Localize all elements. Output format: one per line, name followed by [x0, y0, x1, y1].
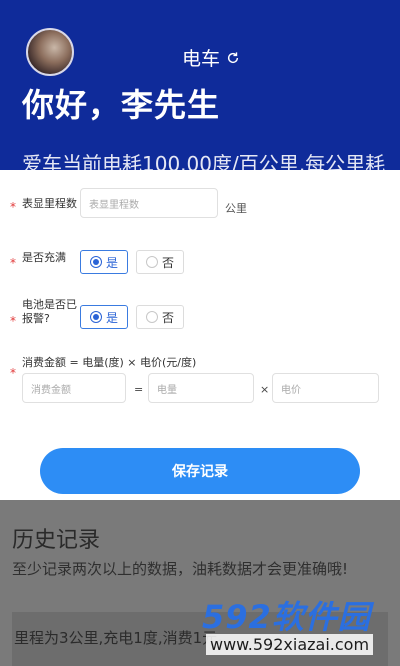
radio-dot-icon — [145, 311, 158, 323]
required-mark: * — [10, 200, 16, 214]
battery-alarm-yes-radio[interactable]: 是 — [80, 305, 128, 329]
amount-input[interactable]: 消费金额 — [22, 373, 126, 403]
amount-placeholder: 消费金额 — [31, 384, 71, 396]
price-input[interactable]: 电价 — [272, 373, 379, 403]
refresh-icon[interactable] — [226, 51, 240, 65]
battery-alarm-yes-label: 是 — [105, 310, 118, 325]
save-record-button[interactable]: 保存记录 — [40, 448, 360, 494]
full-charge-no-radio[interactable]: 否 — [136, 250, 184, 274]
required-mark: * — [10, 366, 16, 380]
vehicle-mode-label: 电车 — [182, 48, 221, 70]
odometer-unit: 公里 — [225, 202, 247, 215]
full-charge-label: 是否充满 — [22, 251, 66, 264]
avatar[interactable] — [26, 28, 74, 76]
odometer-placeholder: 表显里程数 — [89, 199, 139, 211]
required-mark: * — [10, 256, 16, 270]
cost-formula-label: 消费金额 = 电量(度) × 电价(元/度) — [22, 356, 197, 369]
full-charge-yes-label: 是 — [105, 255, 118, 270]
vehicle-mode-switch[interactable]: 电车 — [182, 44, 240, 71]
full-charge-yes-radio[interactable]: 是 — [80, 250, 128, 274]
quantity-input[interactable]: 电量 — [148, 373, 254, 403]
battery-alarm-no-label: 否 — [161, 310, 174, 325]
odometer-label: 表显里程数 — [22, 197, 77, 210]
price-placeholder: 电价 — [281, 384, 301, 396]
radio-dot-icon — [89, 256, 102, 268]
radio-dot-icon — [145, 256, 158, 268]
watermark-logo: 592软件园 — [202, 598, 371, 636]
radio-dot-icon — [89, 311, 102, 323]
site-watermark: 592软件园 www.592xiazai.com — [196, 590, 400, 666]
battery-alarm-no-radio[interactable]: 否 — [136, 305, 184, 329]
battery-alarm-label: 电池是否已 报警? — [22, 298, 77, 325]
equals-sign: = — [134, 383, 144, 396]
required-mark: * — [10, 314, 16, 328]
history-note: 至少记录两次以上的数据，油耗数据才会更准确哦! — [12, 560, 349, 578]
greeting-title: 你好，李先生 — [22, 86, 221, 124]
full-charge-no-label: 否 — [161, 255, 174, 270]
watermark-url: www.592xiazai.com — [206, 634, 374, 655]
record-form: * 表显里程数 表显里程数 公里 * 是否充满 是 否 * 电池是否已 报警? … — [0, 170, 400, 500]
odometer-input[interactable]: 表显里程数 — [80, 188, 218, 218]
history-title: 历史记录 — [12, 528, 101, 553]
quantity-placeholder: 电量 — [157, 384, 177, 396]
times-sign: × — [260, 383, 270, 396]
